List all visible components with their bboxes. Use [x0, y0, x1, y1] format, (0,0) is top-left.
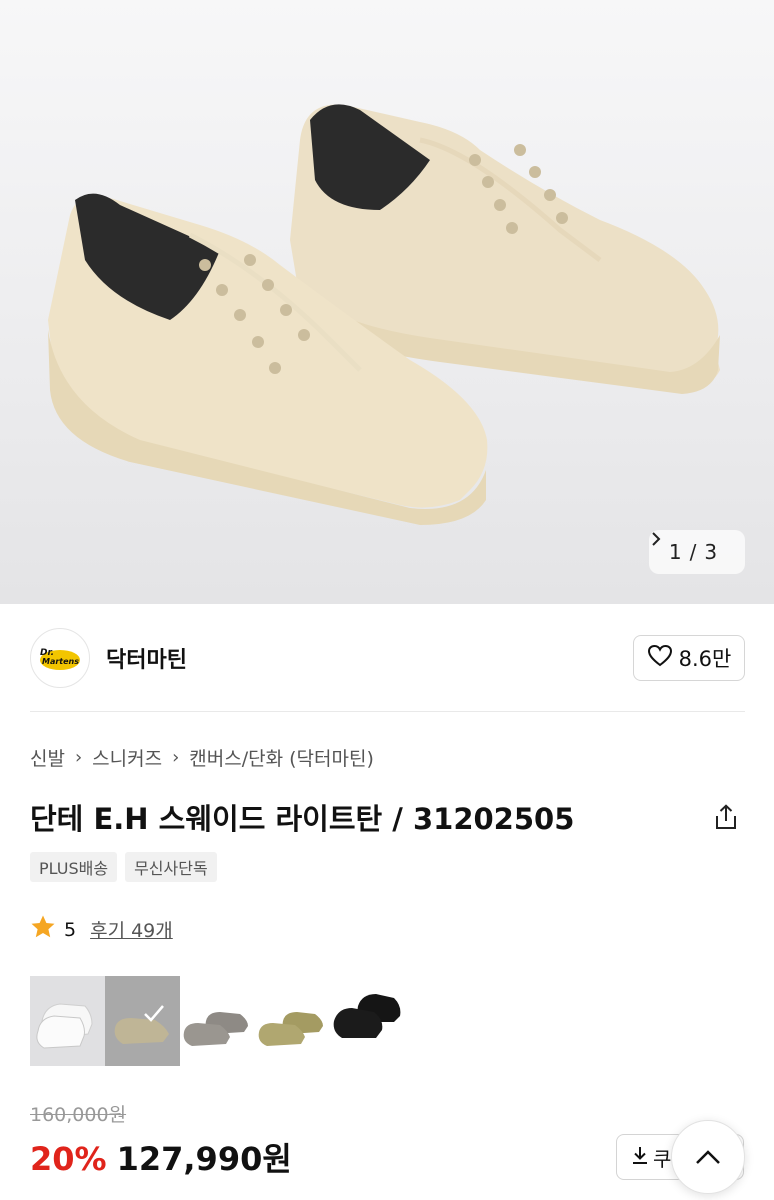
color-option-olive[interactable]	[255, 976, 330, 1066]
breadcrumb-item-sneakers[interactable]: 스니커즈	[92, 744, 162, 771]
sale-price: 127,990원	[116, 1140, 292, 1178]
svg-text:Martens: Martens	[42, 657, 79, 666]
color-option-white[interactable]	[30, 976, 105, 1066]
color-option-khaki-tan[interactable]	[105, 976, 180, 1066]
product-photo	[48, 104, 720, 525]
like-count: 8.6만	[678, 647, 732, 671]
discount-rate: 20%	[30, 1140, 107, 1178]
brand-logo[interactable]: Dr. Martens	[30, 628, 90, 688]
pager-current: 1	[668, 540, 682, 564]
download-icon	[631, 1145, 649, 1170]
chevron-right-icon: ›	[74, 747, 83, 768]
product-tags: PLUS배송 무신사단독	[30, 852, 217, 882]
star-icon	[30, 914, 56, 945]
color-option-black[interactable]	[330, 976, 405, 1066]
product-image-gallery[interactable]: 1 / 3	[0, 0, 774, 604]
share-button[interactable]	[708, 799, 744, 835]
breadcrumb-item-shoes[interactable]: 신발	[30, 744, 65, 771]
breadcrumb-item-canvas[interactable]: 캔버스/단화 (닥터마틴)	[189, 744, 374, 771]
color-option-grey[interactable]	[180, 976, 255, 1066]
divider	[30, 711, 745, 712]
breadcrumb: 신발 › 스니커즈 › 캔버스/단화 (닥터마틴)	[30, 744, 374, 771]
price-row: 20% 127,990원	[30, 1134, 292, 1180]
original-price: 160,000원	[30, 1104, 127, 1126]
chevron-right-icon: ›	[172, 747, 180, 768]
brand-name[interactable]: 닥터마틴	[106, 642, 187, 674]
share-icon	[716, 804, 736, 829]
pager-total: 3	[704, 540, 718, 564]
chevron-up-icon	[696, 1150, 720, 1164]
like-button[interactable]: 8.6만	[633, 635, 745, 681]
tag-musinsa-exclusive: 무신사단독	[125, 852, 217, 882]
dr-martens-logo-icon: Dr. Martens	[40, 648, 80, 670]
scroll-to-top-button[interactable]	[671, 1120, 745, 1194]
rating: 5 후기 49개	[30, 914, 173, 945]
brand-row: Dr. Martens 닥터마틴 8.6만	[30, 628, 745, 688]
coupon-label: 쿠	[653, 1146, 672, 1171]
pager-separator: /	[689, 540, 697, 564]
check-icon	[144, 1005, 164, 1022]
reviews-link[interactable]: 후기 49개	[90, 916, 173, 943]
heart-outline-icon	[647, 644, 673, 673]
color-options	[30, 976, 405, 1066]
image-pager[interactable]: 1 / 3	[649, 530, 745, 574]
tag-plus-delivery: PLUS배송	[30, 852, 118, 882]
product-title: 단테 E.H 스웨이드 라이트탄 / 31202505	[30, 802, 575, 836]
rating-score: 5	[64, 918, 77, 941]
